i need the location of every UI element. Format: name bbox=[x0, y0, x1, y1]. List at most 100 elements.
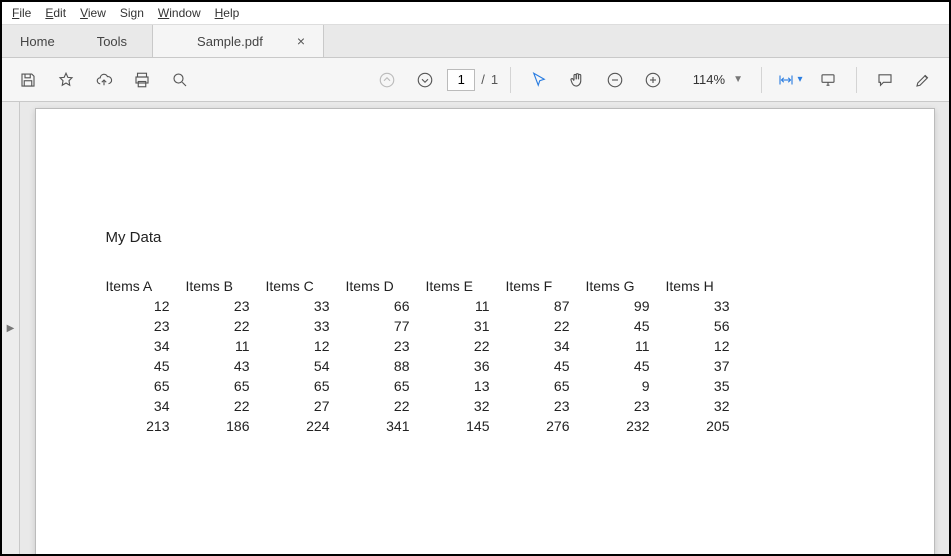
table-cell: 145 bbox=[426, 416, 506, 436]
table-cell: 9 bbox=[586, 376, 666, 396]
tab-close-button[interactable]: × bbox=[297, 33, 305, 49]
table-cell: 87 bbox=[506, 296, 586, 316]
page-down-icon[interactable] bbox=[409, 64, 441, 96]
table-cell: 224 bbox=[266, 416, 346, 436]
tab-home[interactable]: Home bbox=[2, 25, 73, 57]
table-cell: 22 bbox=[186, 396, 266, 416]
table-cell: 23 bbox=[186, 296, 266, 316]
zoom-dropdown[interactable]: ▼ bbox=[675, 69, 749, 91]
menu-help[interactable]: Help bbox=[215, 6, 240, 20]
table-cell: 13 bbox=[426, 376, 506, 396]
fit-width-icon[interactable]: ▾ bbox=[774, 64, 806, 96]
page-sep: / bbox=[481, 72, 485, 87]
table-cell: 12 bbox=[666, 336, 746, 356]
table-cell: 22 bbox=[506, 316, 586, 336]
menu-window[interactable]: Window bbox=[158, 6, 201, 20]
table-row: 213186224341145276232205 bbox=[106, 416, 746, 436]
table-row: 4543548836454537 bbox=[106, 356, 746, 376]
table-cell: 232 bbox=[586, 416, 666, 436]
workspace: ▶ My Data Items AItems BItems CItems DIt… bbox=[2, 102, 949, 554]
table-cell: 22 bbox=[186, 316, 266, 336]
menu-sign[interactable]: Sign bbox=[120, 6, 144, 20]
table-cell: 11 bbox=[426, 296, 506, 316]
table-cell: 77 bbox=[346, 316, 426, 336]
tab-tools[interactable]: Tools bbox=[73, 25, 151, 57]
menu-view[interactable]: View bbox=[80, 6, 106, 20]
chevron-down-icon: ▼ bbox=[733, 74, 743, 85]
table-cell: 23 bbox=[586, 396, 666, 416]
table-header: Items A bbox=[106, 276, 186, 296]
table-cell: 12 bbox=[266, 336, 346, 356]
cloud-upload-icon[interactable] bbox=[88, 64, 120, 96]
table-cell: 35 bbox=[666, 376, 746, 396]
table-cell: 23 bbox=[346, 336, 426, 356]
table-cell: 23 bbox=[106, 316, 186, 336]
table-row: 1223336611879933 bbox=[106, 296, 746, 316]
comment-icon[interactable] bbox=[869, 64, 901, 96]
table-cell: 34 bbox=[106, 336, 186, 356]
table-cell: 65 bbox=[186, 376, 266, 396]
table-header: Items G bbox=[586, 276, 666, 296]
side-panel-toggle[interactable]: ▶ bbox=[2, 102, 20, 554]
read-mode-icon[interactable] bbox=[812, 64, 844, 96]
sign-pen-icon[interactable] bbox=[907, 64, 939, 96]
table-cell: 341 bbox=[346, 416, 426, 436]
table-row: 656565651365935 bbox=[106, 376, 746, 396]
table-row: 3422272232232332 bbox=[106, 396, 746, 416]
table-header: Items C bbox=[266, 276, 346, 296]
table-cell: 34 bbox=[106, 396, 186, 416]
table-cell: 56 bbox=[666, 316, 746, 336]
table-cell: 23 bbox=[506, 396, 586, 416]
table-cell: 213 bbox=[106, 416, 186, 436]
table-cell: 33 bbox=[266, 296, 346, 316]
print-icon[interactable] bbox=[126, 64, 158, 96]
star-icon[interactable] bbox=[50, 64, 82, 96]
table-header: Items E bbox=[426, 276, 506, 296]
page-total: 1 bbox=[491, 72, 498, 87]
table-cell: 45 bbox=[506, 356, 586, 376]
pdf-page: My Data Items AItems BItems CItems DItem… bbox=[35, 108, 935, 554]
table-row: 2322337731224556 bbox=[106, 316, 746, 336]
table-row: 3411122322341112 bbox=[106, 336, 746, 356]
tab-document[interactable]: Sample.pdf × bbox=[152, 25, 324, 57]
table-cell: 99 bbox=[586, 296, 666, 316]
table-cell: 186 bbox=[186, 416, 266, 436]
table-cell: 65 bbox=[346, 376, 426, 396]
table-header: Items H bbox=[666, 276, 746, 296]
save-icon[interactable] bbox=[12, 64, 44, 96]
page-up-icon[interactable] bbox=[371, 64, 403, 96]
tab-strip: Home Tools Sample.pdf × bbox=[2, 24, 949, 58]
table-cell: 33 bbox=[666, 296, 746, 316]
table-cell: 205 bbox=[666, 416, 746, 436]
table-cell: 45 bbox=[586, 356, 666, 376]
toolbar: / 1 ▼ ▾ bbox=[2, 58, 949, 102]
page-indicator: / 1 bbox=[447, 69, 498, 91]
find-icon[interactable] bbox=[164, 64, 196, 96]
zoom-value-input[interactable] bbox=[681, 69, 729, 91]
page-number-input[interactable] bbox=[447, 69, 475, 91]
table-cell: 54 bbox=[266, 356, 346, 376]
table-cell: 37 bbox=[666, 356, 746, 376]
menu-bar: File Edit View Sign Window Help bbox=[2, 2, 949, 24]
table-cell: 12 bbox=[106, 296, 186, 316]
table-cell: 33 bbox=[266, 316, 346, 336]
chevron-right-icon: ▶ bbox=[7, 323, 15, 334]
table-cell: 27 bbox=[266, 396, 346, 416]
table-cell: 65 bbox=[266, 376, 346, 396]
page-canvas[interactable]: My Data Items AItems BItems CItems DItem… bbox=[20, 102, 949, 554]
menu-file[interactable]: File bbox=[12, 6, 31, 20]
table-cell: 11 bbox=[586, 336, 666, 356]
table-cell: 45 bbox=[586, 316, 666, 336]
data-table: Items AItems BItems CItems DItems E Items… bbox=[106, 276, 746, 436]
table-header: Items B bbox=[186, 276, 266, 296]
menu-edit[interactable]: Edit bbox=[45, 6, 66, 20]
table-header: Items D bbox=[346, 276, 426, 296]
select-tool-icon[interactable] bbox=[523, 64, 555, 96]
table-cell: 88 bbox=[346, 356, 426, 376]
zoom-in-icon[interactable] bbox=[637, 64, 669, 96]
hand-tool-icon[interactable] bbox=[561, 64, 593, 96]
table-cell: 32 bbox=[426, 396, 506, 416]
table-cell: 276 bbox=[506, 416, 586, 436]
table-cell: 66 bbox=[346, 296, 426, 316]
zoom-out-icon[interactable] bbox=[599, 64, 631, 96]
